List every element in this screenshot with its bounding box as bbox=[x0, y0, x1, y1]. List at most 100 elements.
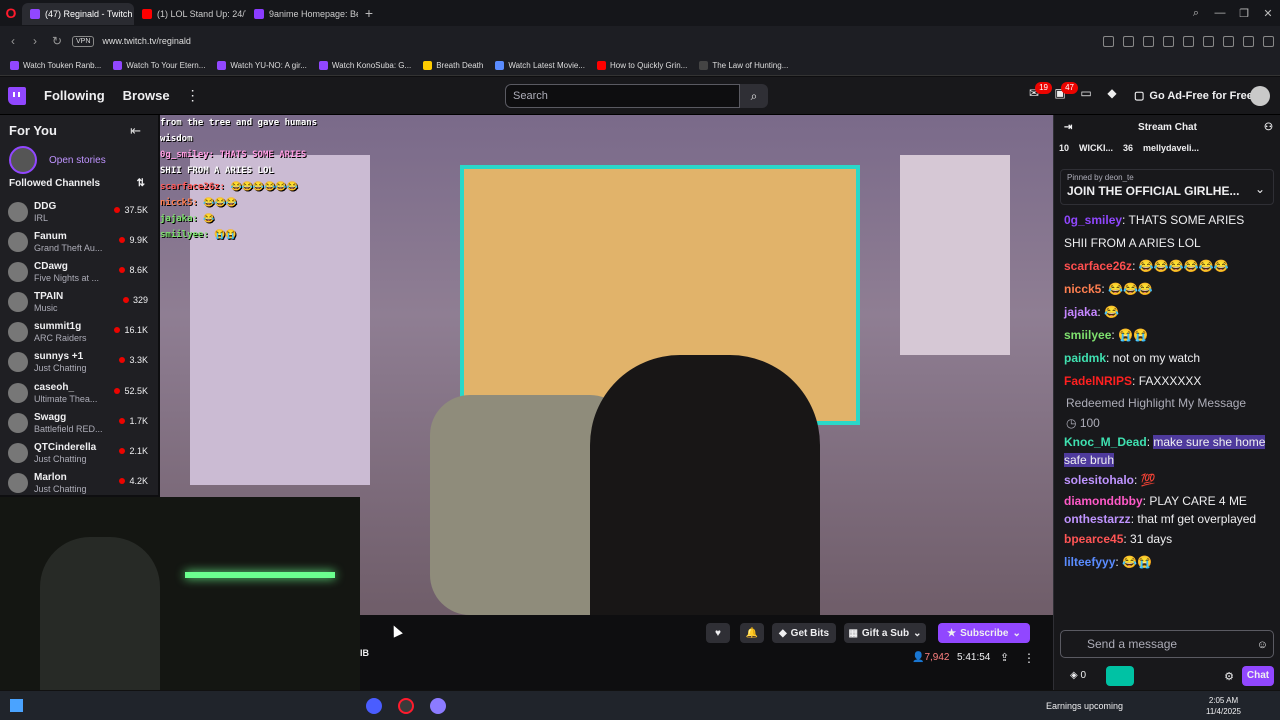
chat-username[interactable]: Knoc_M_Dead bbox=[1064, 435, 1147, 449]
following-link[interactable]: Following bbox=[44, 88, 105, 103]
channel-item[interactable]: CDawg Five Nights at ... 8.6K bbox=[8, 259, 148, 287]
browse-link[interactable]: Browse bbox=[123, 88, 170, 103]
collapse-chat-icon[interactable]: ⇥ bbox=[1064, 122, 1072, 133]
forward-button[interactable]: › bbox=[28, 34, 42, 48]
url-field[interactable]: www.twitch.tv/reginald bbox=[102, 36, 191, 46]
user-avatar[interactable] bbox=[1250, 86, 1270, 106]
app-icon[interactable] bbox=[366, 698, 382, 714]
gift-sub-button[interactable]: ▦ Gift a Sub ⌄ bbox=[844, 623, 926, 643]
chat-username[interactable]: bpearce45 bbox=[1064, 532, 1123, 546]
emote-picker-icon[interactable]: ☺ bbox=[1257, 639, 1268, 651]
more-menu-icon[interactable]: ⋮ bbox=[186, 87, 200, 104]
share-icon[interactable]: ⇪ bbox=[1000, 651, 1009, 664]
pinned-message[interactable]: Pinned by deon_te JOIN THE OFFICIAL GIRL… bbox=[1060, 169, 1274, 205]
search-tabs-icon[interactable]: ⌕ bbox=[1184, 7, 1208, 20]
more-options-icon[interactable]: ⋮ bbox=[1023, 651, 1035, 665]
weather-widget[interactable]: Earnings upcoming bbox=[1046, 701, 1123, 711]
channel-item[interactable]: TPAIN Music 329 bbox=[8, 289, 148, 317]
bookmark-item[interactable]: Breath Death bbox=[423, 61, 483, 70]
opera-logo-icon[interactable]: O bbox=[0, 0, 22, 26]
maximize-button[interactable]: ❐ bbox=[1232, 7, 1256, 20]
edit-icon[interactable] bbox=[1103, 35, 1114, 47]
extensions-icon[interactable] bbox=[1263, 35, 1274, 47]
channel-item[interactable]: Fanum Grand Theft Au... 9.9K bbox=[8, 229, 148, 257]
open-stories-link[interactable]: Open stories bbox=[9, 146, 106, 174]
bookmark-item[interactable]: How to Quickly Grin... bbox=[596, 61, 687, 70]
system-clock[interactable]: 2:05 AM 11/4/2025 bbox=[1206, 695, 1241, 717]
vpn-badge[interactable]: VPN bbox=[72, 35, 95, 47]
new-tab-button[interactable]: + bbox=[358, 5, 380, 21]
minimize-button[interactable]: — bbox=[1208, 7, 1232, 19]
chat-username[interactable]: FadelNRIPS bbox=[1064, 374, 1132, 388]
chat-username[interactable]: scarface26z bbox=[1064, 259, 1132, 273]
get-bits-button[interactable]: ◆ Get Bits bbox=[772, 623, 836, 643]
opera-app-icon[interactable] bbox=[398, 698, 414, 714]
chat-username[interactable]: smiilyee bbox=[1064, 328, 1111, 342]
ad-free-button[interactable]: ▢ Go Ad-Free for Free bbox=[1134, 89, 1253, 103]
leaderboard-entry[interactable]: mellydaveli... bbox=[1143, 143, 1199, 153]
app-icon[interactable] bbox=[430, 698, 446, 714]
chat-send-button[interactable]: Chat bbox=[1242, 666, 1274, 686]
bookmark-item[interactable]: Watch To Your Etern... bbox=[113, 61, 205, 70]
shield-icon[interactable] bbox=[1143, 35, 1154, 47]
heart-icon[interactable] bbox=[1183, 35, 1194, 47]
channel-category: ARC Raiders bbox=[34, 333, 87, 343]
channel-item[interactable]: Swagg Battlefield RED... 1.7K bbox=[8, 410, 148, 438]
bookmark-item[interactable]: The Law of Hunting... bbox=[699, 61, 788, 70]
chat-username[interactable]: diamonddbby bbox=[1064, 494, 1143, 508]
chat-username[interactable]: nicck5 bbox=[1064, 282, 1101, 296]
windows-start-icon[interactable] bbox=[10, 699, 23, 712]
community-icon[interactable]: ⚇ bbox=[1264, 122, 1273, 133]
chat-username[interactable]: paidmk bbox=[1064, 351, 1106, 365]
close-window-button[interactable]: ✕ bbox=[1256, 7, 1280, 20]
channel-points-button[interactable]: ◈ 0 bbox=[1070, 670, 1086, 681]
leaderboard-entry[interactable]: 10 bbox=[1059, 143, 1069, 153]
leaderboard-entry[interactable]: 36 bbox=[1123, 143, 1133, 153]
notifications-button[interactable]: ✉ 19 bbox=[1024, 82, 1052, 106]
camera-icon[interactable] bbox=[1123, 35, 1134, 47]
subscribe-button[interactable]: ★ Subscribe ⌄ bbox=[938, 623, 1030, 643]
play-icon[interactable] bbox=[1163, 35, 1174, 47]
avatar bbox=[8, 413, 28, 433]
sort-icon[interactable]: ⇅ bbox=[137, 178, 145, 189]
bookmark-item[interactable]: Watch YU-NO: A gir... bbox=[217, 61, 307, 70]
follow-heart-button[interactable]: ♥ bbox=[706, 623, 730, 643]
whispers-button[interactable]: ▭ bbox=[1076, 86, 1096, 106]
profile-icon[interactable] bbox=[1243, 35, 1254, 47]
channel-item[interactable]: sunnys +1 Just Chatting 3.3K bbox=[8, 349, 148, 377]
chat-settings-icon[interactable]: ⚙ bbox=[1224, 670, 1234, 683]
reload-icon[interactable]: ↻ bbox=[50, 34, 64, 48]
bookmark-item[interactable]: Watch KonoSuba: G... bbox=[318, 61, 411, 70]
notifications-toggle[interactable]: 🔔 bbox=[740, 623, 764, 643]
claim-bonus-button[interactable] bbox=[1106, 666, 1134, 686]
chevron-down-icon[interactable]: ⌄ bbox=[1255, 182, 1265, 196]
chat-input[interactable]: Send a message bbox=[1060, 630, 1274, 658]
channel-item[interactable]: caseoh_ Ultimate Thea... 52.5K bbox=[8, 380, 148, 408]
channel-item[interactable]: summit1g ARC Raiders 16.1K bbox=[8, 319, 148, 347]
channel-item[interactable]: QTCinderella Just Chatting 2.1K bbox=[8, 440, 148, 468]
collapse-sidebar-icon[interactable]: ⇤ bbox=[130, 123, 141, 139]
twitch-logo-icon[interactable] bbox=[8, 86, 26, 105]
menu-icon[interactable] bbox=[1223, 35, 1234, 47]
chat-username[interactable]: lilteefyyy bbox=[1064, 555, 1115, 569]
browser-tab[interactable]: 9anime Homepage: Best F bbox=[246, 3, 358, 25]
picture-in-picture-player[interactable] bbox=[0, 497, 360, 717]
search-button[interactable]: ⌕ bbox=[740, 84, 768, 108]
bookmark-item[interactable]: Watch Touken Ranb... bbox=[10, 61, 101, 70]
chat-username[interactable]: 0g_smiley bbox=[1064, 213, 1122, 227]
back-button[interactable]: ‹ bbox=[6, 34, 20, 48]
leaderboard-entry[interactable]: WICKI... bbox=[1079, 143, 1113, 153]
browser-tab[interactable]: (1) LOL Stand Up: 24/7 St bbox=[134, 3, 246, 25]
download-icon[interactable] bbox=[1203, 35, 1214, 47]
search-input[interactable]: Search bbox=[505, 84, 740, 108]
bookmark-item[interactable]: Watch Latest Movie... bbox=[495, 61, 585, 70]
prime-button[interactable]: ◆ bbox=[1102, 86, 1122, 106]
channel-item[interactable]: DDG IRL 37.5K bbox=[8, 199, 148, 227]
channel-name: Fanum bbox=[34, 231, 67, 242]
chat-username[interactable]: onthestarzz bbox=[1064, 512, 1131, 526]
channel-item[interactable]: Marlon Just Chatting 4.2K bbox=[8, 470, 148, 498]
browser-tab[interactable]: (47) Reginald - Twitch bbox=[22, 3, 134, 25]
chat-username[interactable]: jajaka bbox=[1064, 305, 1097, 319]
inbox-button[interactable]: ▣ 47 bbox=[1050, 82, 1078, 106]
chat-username[interactable]: solesitohalo bbox=[1064, 473, 1134, 487]
